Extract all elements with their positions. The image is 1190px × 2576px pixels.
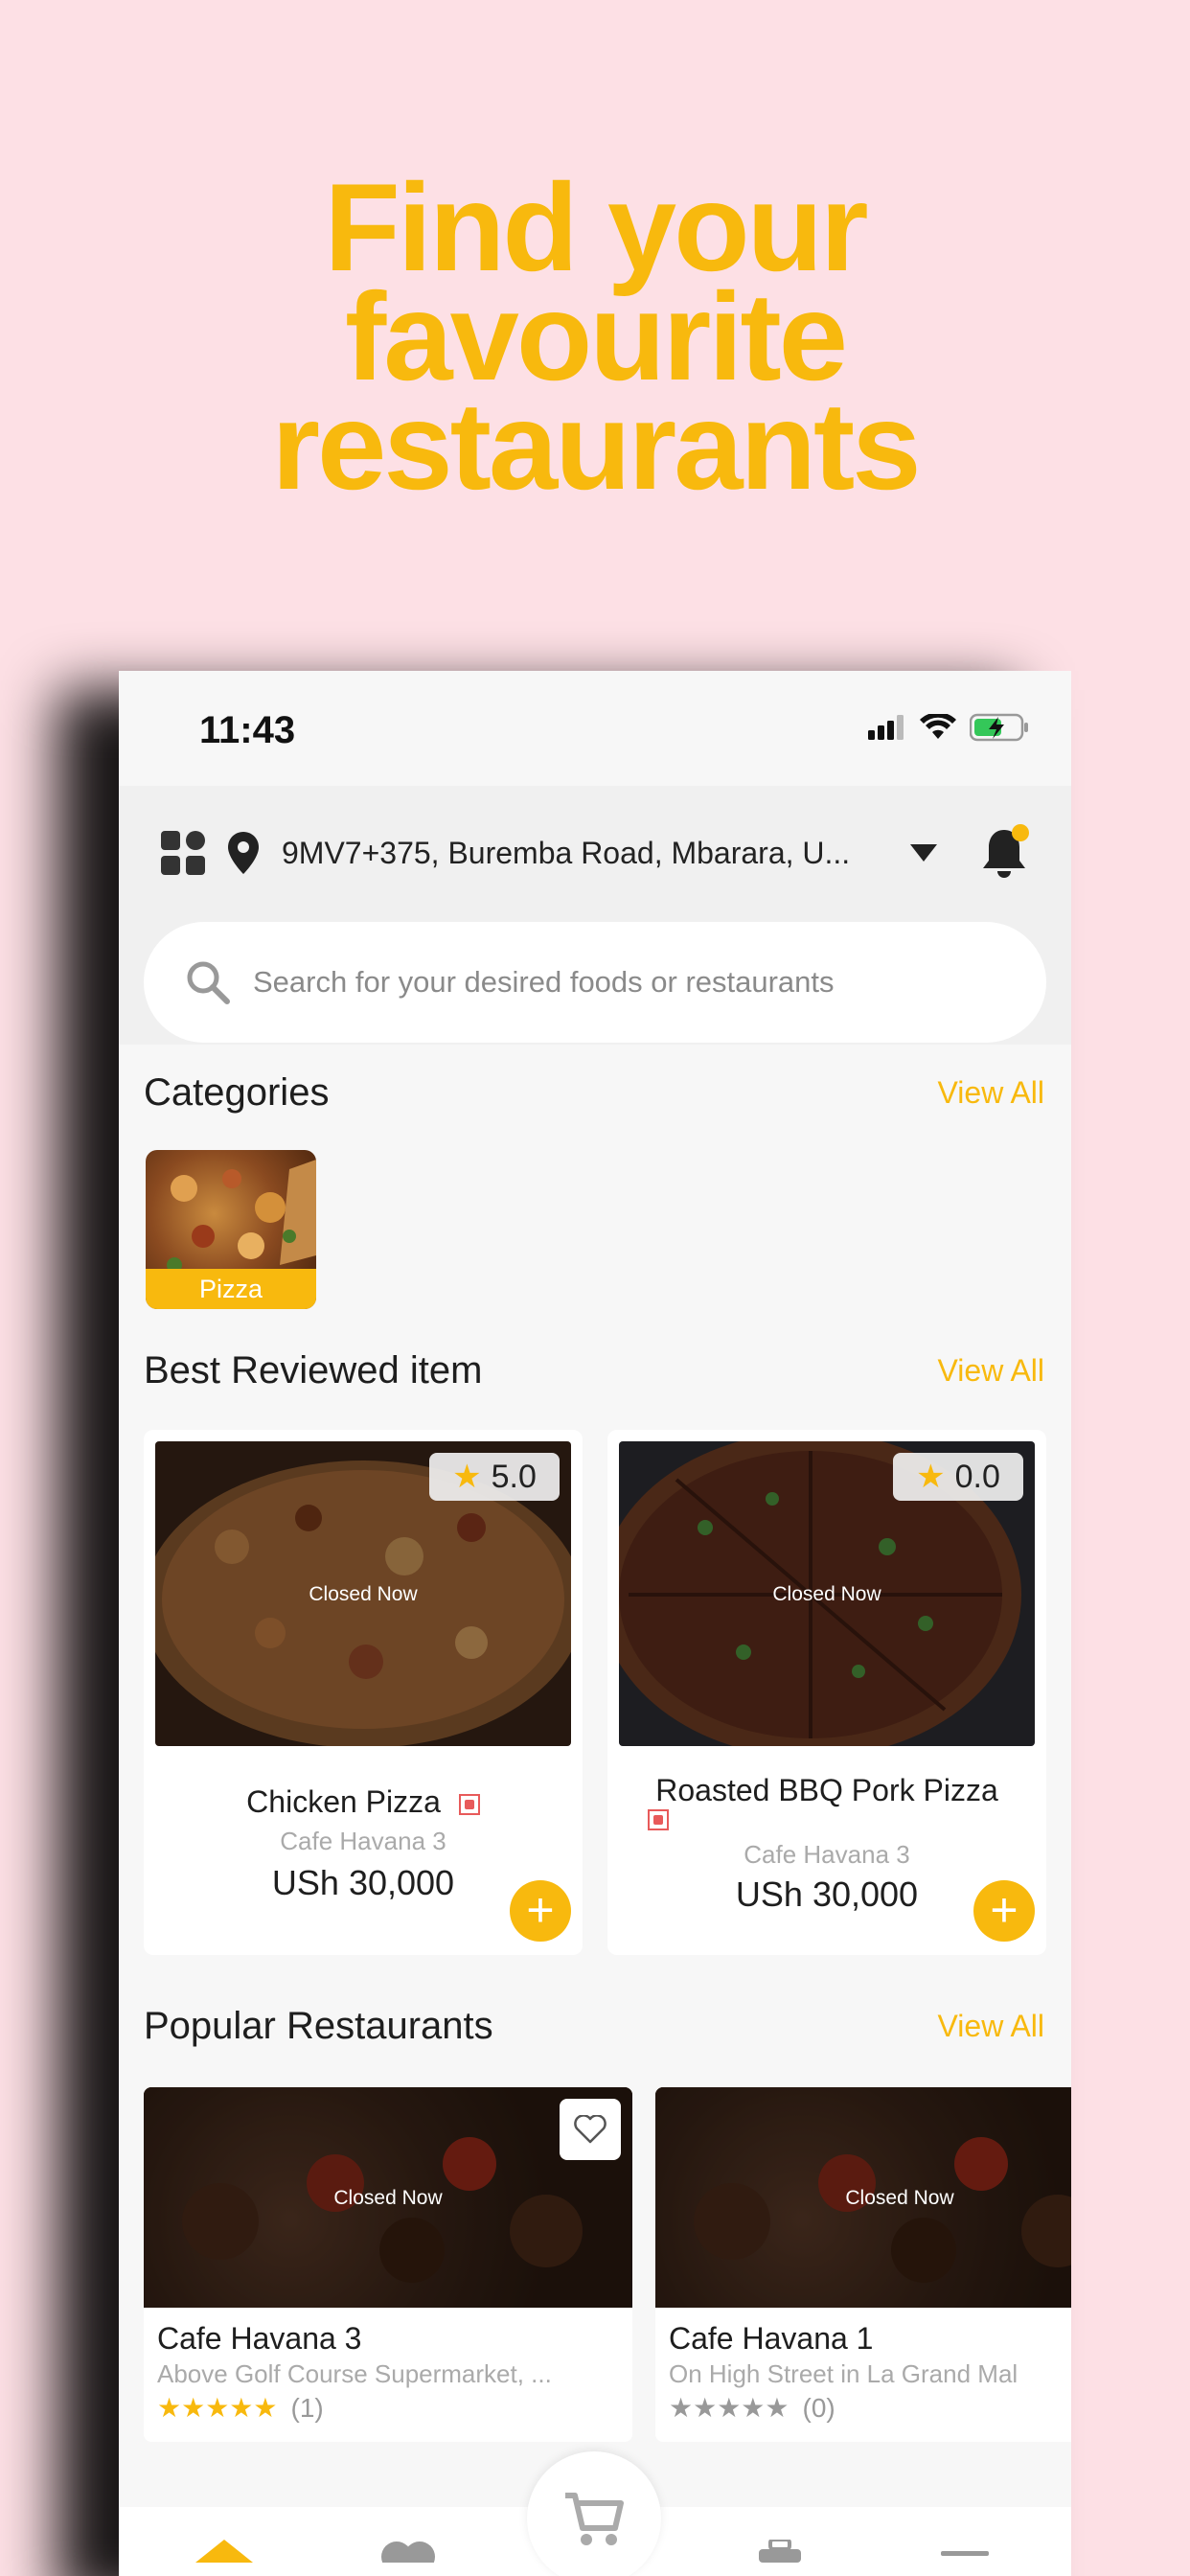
- status-bar: 11:43: [119, 671, 1071, 786]
- battery-icon: [970, 713, 1028, 742]
- headline: Find your favourite restaurants: [0, 157, 1190, 516]
- restaurant-rating: ★★★★★ (0): [669, 2392, 835, 2424]
- restaurant-name: Cafe Havana 3: [157, 2321, 362, 2356]
- best-reviewed-view-all-link[interactable]: View All: [938, 1353, 1044, 1389]
- restaurant-card-cafe-havana-1[interactable]: Closed Now Cafe Havana 1 On High Street …: [655, 2087, 1071, 2442]
- rating-value: 5.0: [491, 1458, 537, 1495]
- signal-icon: [868, 715, 904, 740]
- restaurant-rating: ★★★★★ (1): [157, 2392, 324, 2424]
- item-status: Closed Now: [309, 1583, 418, 1605]
- status-time: 11:43: [199, 709, 296, 751]
- rating-badge: ★ 0.0: [893, 1453, 1023, 1501]
- menu-icon[interactable]: [941, 2549, 989, 2559]
- notification-dot: [1012, 824, 1029, 841]
- restaurant-image: Closed Now: [655, 2087, 1071, 2308]
- search-placeholder: Search for your desired foods or restaur…: [253, 965, 835, 999]
- category-card-pizza[interactable]: Pizza: [146, 1150, 316, 1309]
- star-icon: ★★★★★: [157, 2393, 278, 2423]
- search-input[interactable]: Search for your desired foods or restaur…: [144, 922, 1046, 1043]
- restaurant-status: Closed Now: [333, 2187, 443, 2209]
- location-bar: 9MV7+375, Buremba Road, Mbarara, U...: [119, 786, 1071, 920]
- orders-icon[interactable]: [759, 2540, 801, 2563]
- non-veg-icon: [648, 1809, 669, 1830]
- search-icon: [187, 961, 230, 1004]
- restaurant-review-count: (0): [802, 2392, 835, 2423]
- headline-line-1: Find your: [324, 157, 868, 297]
- restaurant-status: Closed Now: [845, 2187, 954, 2209]
- headline-line-3: restaurants: [271, 376, 921, 516]
- home-icon[interactable]: [195, 2540, 253, 2563]
- item-restaurant: Cafe Havana 3: [744, 1840, 910, 1869]
- restaurant-image: Closed Now: [144, 2087, 632, 2308]
- popular-restaurants-title: Popular Restaurants: [144, 2005, 493, 2047]
- category-label: Pizza: [146, 1269, 316, 1309]
- best-reviewed-title: Best Reviewed item: [144, 1349, 483, 1392]
- cart-icon: [565, 2493, 624, 2545]
- restaurant-card-cafe-havana-3[interactable]: Closed Now Cafe Havana 3 Above Golf Cour…: [144, 2087, 632, 2442]
- item-restaurant: Cafe Havana 3: [280, 1827, 446, 1855]
- wifi-icon: [920, 714, 956, 739]
- categories-title: Categories: [144, 1071, 330, 1114]
- item-name: Chicken Pizza: [246, 1784, 441, 1819]
- categories-header: Categories View All: [144, 1071, 1044, 1115]
- restaurant-address: Above Golf Course Supermarket, ...: [157, 2359, 552, 2388]
- star-icon: ★★★★★: [669, 2393, 790, 2423]
- location-address[interactable]: 9MV7+375, Buremba Road, Mbarara, U...: [282, 836, 895, 871]
- popular-restaurants-view-all-link[interactable]: View All: [938, 2009, 1044, 2044]
- star-icon: ★: [916, 1459, 946, 1495]
- phone-screen: 11:43 9MV7+375, Buremba Road, Mbarara, U…: [119, 671, 1071, 2576]
- item-card-chicken-pizza[interactable]: Closed Now ★ 5.0 Chicken Pizza Cafe Hava…: [144, 1430, 583, 1955]
- rating-badge: ★ 5.0: [429, 1453, 560, 1501]
- item-card-roasted-bbq-pork-pizza[interactable]: Closed Now ★ 0.0 Roasted BBQ Pork Pizza …: [607, 1430, 1046, 1955]
- categories-view-all-link[interactable]: View All: [938, 1075, 1044, 1111]
- status-icons: [868, 713, 1029, 742]
- restaurant-review-count: (1): [290, 2392, 324, 2423]
- grid-menu-icon[interactable]: [161, 831, 205, 875]
- chevron-down-icon[interactable]: [910, 844, 937, 862]
- item-name: Roasted BBQ Pork Pizza: [655, 1773, 998, 1807]
- item-status: Closed Now: [772, 1583, 881, 1605]
- headline-line-2: favourite: [344, 266, 848, 406]
- add-to-cart-button[interactable]: +: [510, 1880, 571, 1942]
- heart-icon[interactable]: [381, 2540, 435, 2563]
- cart-button[interactable]: [527, 2451, 661, 2576]
- popular-restaurants-header: Popular Restaurants View All: [144, 2005, 1044, 2048]
- heart-outline-icon: [574, 2115, 606, 2144]
- location-pin-icon: [228, 832, 259, 874]
- non-veg-icon: [458, 1793, 480, 1815]
- item-name-row: Chicken Pizza: [144, 1784, 583, 1820]
- best-reviewed-header: Best Reviewed item View All: [144, 1349, 1044, 1392]
- add-to-cart-button[interactable]: +: [973, 1880, 1035, 1942]
- star-icon: ★: [452, 1459, 482, 1495]
- favorite-button[interactable]: [560, 2099, 621, 2160]
- restaurant-name: Cafe Havana 1: [669, 2321, 874, 2356]
- item-image: Closed Now ★ 0.0: [619, 1441, 1035, 1746]
- restaurant-address: On High Street in La Grand Mal: [669, 2359, 1018, 2388]
- rating-value: 0.0: [954, 1458, 1000, 1495]
- item-image: Closed Now ★ 5.0: [155, 1441, 571, 1746]
- search-container: Search for your desired foods or restaur…: [119, 920, 1071, 1045]
